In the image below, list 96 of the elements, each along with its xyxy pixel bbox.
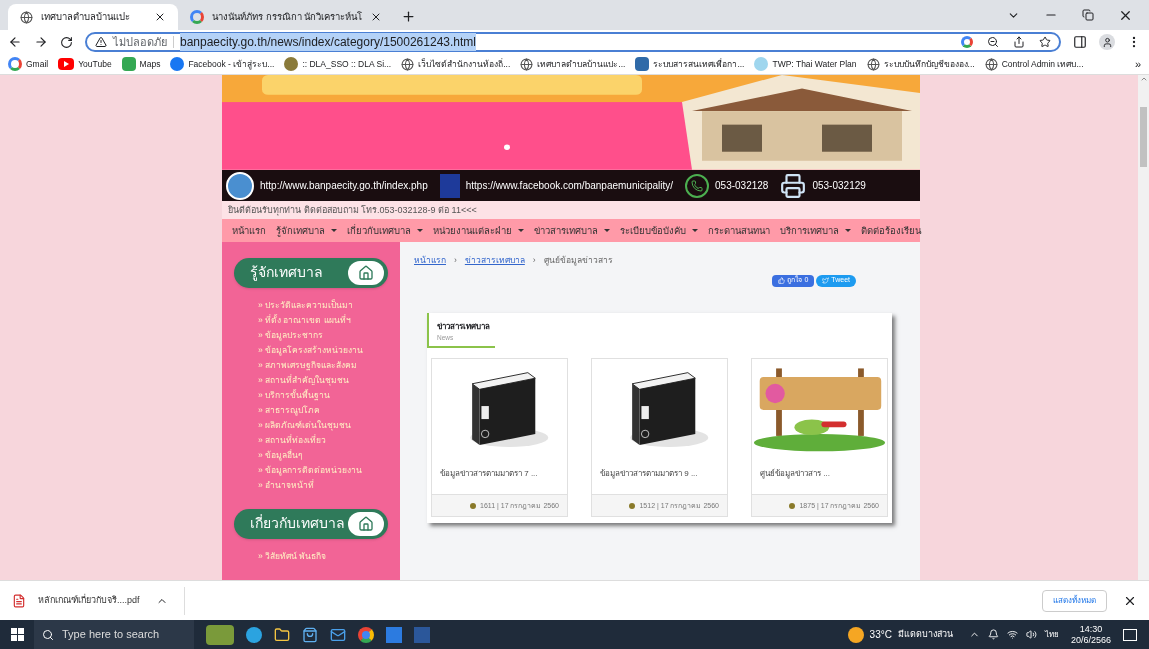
sidebar-heading: เกี่ยวกับเทศบาล (234, 509, 388, 539)
clock-time: 14:30 (1079, 623, 1103, 635)
pdf-icon (12, 593, 26, 608)
nav-item[interactable]: หน่วยงานแต่ละฝ่าย (433, 223, 524, 238)
taskbar-search[interactable]: Type here to search (34, 620, 194, 649)
bookmark[interactable]: Maps (121, 57, 161, 71)
new-tab-icon[interactable] (401, 9, 416, 24)
bookmark[interactable]: ระบบสารสนเทศเพื่อกา... (635, 57, 745, 71)
volume-icon[interactable] (1025, 629, 1037, 640)
play-icon (58, 58, 75, 70)
bookmark[interactable]: Gmail (8, 57, 49, 71)
caret-icon (331, 229, 337, 233)
security-label: ไม่ปลอดภัย (113, 34, 167, 50)
caret-icon (604, 229, 610, 233)
search-icon (42, 628, 54, 641)
fax-icon (780, 172, 807, 199)
breadcrumb-link[interactable]: หน้าแรก (414, 254, 446, 267)
phone-icon (685, 173, 710, 198)
restore-icon[interactable] (1082, 9, 1094, 21)
scrollbar-thumb[interactable] (1140, 107, 1147, 167)
tab-title: นางนันท์ภัทร กรรณิกา นักวิเคราะห์นโ (212, 9, 363, 24)
clock-date: 20/6/2566 (1070, 634, 1111, 646)
caret-icon (692, 229, 698, 233)
temperature: 33°C (869, 628, 892, 642)
url-text: banpaecity.go.th/news/index/category/1500261243.html (180, 33, 476, 51)
network-icon[interactable] (1006, 629, 1018, 640)
nav-item[interactable]: บริการเทศบาล (780, 223, 851, 238)
card-title: ข้อมูลข่าวสารตามมาตรา 7 ... (439, 468, 539, 481)
view-icon (789, 503, 796, 509)
bookmark[interactable]: เทศบาลตำบลบ้านแปะ... (520, 57, 626, 71)
sidebar-heading: รู้จักเทศบาล (234, 258, 388, 288)
view-icon (470, 503, 476, 509)
card-title: ศูนย์ข้อมูลข่าวสาร ... (759, 468, 831, 481)
contact-link[interactable]: https://www.facebook.com/banpaemunicipality/ (465, 178, 674, 194)
download-file[interactable]: หลักเกณฑ์เกี่ยวกับจริ....pdf (38, 593, 140, 608)
bookmark[interactable]: เว็บไซต์สำนักงานท้องถิ่... (401, 57, 511, 71)
breadcrumb-link[interactable]: ข่าวสารเทศบาล (464, 254, 525, 267)
warning-icon (95, 36, 107, 48)
language-indicator[interactable]: ไทย (1044, 628, 1059, 641)
nav-item[interactable]: กระดานสนทนา (708, 223, 770, 238)
chrome-icon[interactable] (358, 626, 374, 643)
folder-icon[interactable] (274, 626, 290, 643)
bookmark[interactable]: ระบบบันทึกบัญชีขององ... (866, 57, 975, 71)
nav-item[interactable]: หน้าแรก (232, 223, 266, 238)
caret-icon (845, 229, 851, 233)
show-all-button[interactable]: แสดงทั้งหมด (1042, 589, 1107, 612)
view-icon (629, 503, 636, 509)
tab-title: เทศบาลตำบลบ้านแปะ (41, 9, 131, 24)
google-icon (190, 10, 204, 24)
caret-icon (417, 229, 423, 233)
close-icon[interactable] (154, 11, 166, 23)
bookmark[interactable]: YouTube (58, 57, 112, 71)
scrollbar[interactable] (1138, 75, 1149, 580)
nav-item[interactable]: ระเบียบข้อบังคับ (620, 223, 698, 238)
address-bar[interactable]: ไม่ปลอดภัย banpaecity.go.th/news/index/category/1500261243.html (85, 32, 1061, 52)
breadcrumb-current: ศูนย์ข้อมูลข่าวสาร (543, 254, 613, 267)
marquee-text: ยินดีต้อนรับทุกท่าน ติดต่อสอบถาม โทร.053-032128-9 ต่อ 11<<< (228, 203, 477, 218)
nav-item[interactable]: ติดต่อร้องเรียน (861, 223, 921, 238)
bookmark-star-icon[interactable] (1039, 36, 1051, 48)
browser-tab[interactable]: เทศบาลตำบลบ้านแปะ (8, 4, 178, 30)
thumbs-up-icon (778, 277, 786, 285)
card-title: ข้อมูลข่าวสารตามมาตรา 9 ... (599, 468, 699, 481)
app-icon (635, 57, 650, 71)
panel-title: ข่าวสารเทศบาล (437, 320, 491, 333)
bookmark[interactable]: Control Admin เทศบ... (984, 57, 1084, 71)
store-icon[interactable] (302, 626, 318, 643)
nav-item[interactable]: รู้จักเทศบาล (276, 223, 337, 238)
breadcrumb-separator: › (454, 254, 457, 267)
weather-text: มีแดดบางส่วน (897, 627, 953, 641)
contact-link[interactable]: 053-032128 (715, 178, 769, 194)
google-icon[interactable] (961, 36, 973, 48)
side-panel-icon[interactable] (1073, 35, 1087, 49)
zoom-icon[interactable] (987, 36, 999, 48)
caret-icon (518, 229, 524, 233)
reload-icon[interactable] (60, 35, 73, 49)
nav-item[interactable]: ข่าวสารเทศบาล (534, 223, 610, 238)
forward-icon[interactable] (34, 35, 48, 49)
profile-icon[interactable] (1099, 34, 1115, 50)
back-icon[interactable] (8, 35, 22, 49)
bookmark[interactable]: Facebook - เข้าสู่ระบ... (170, 57, 275, 71)
more-bookmarks[interactable]: » (1134, 55, 1141, 73)
action-center-icon[interactable] (1123, 628, 1137, 641)
browser-tab[interactable]: นางนันท์ภัทร กรรณิกา นักวิเคราะห์นโ (178, 4, 393, 30)
mail-icon[interactable] (330, 626, 346, 643)
contact-link[interactable]: http://www.banpaecity.go.th/index.php (260, 178, 428, 194)
share-icon[interactable] (1013, 36, 1025, 48)
nav-item[interactable]: เกี่ยวกับเทศบาล (347, 223, 423, 238)
home-icon[interactable] (348, 261, 384, 285)
scroll-up-icon[interactable] (1139, 75, 1148, 83)
notification-icon[interactable] (987, 629, 999, 640)
breadcrumb-separator: › (532, 254, 536, 267)
bookmark[interactable]: TWP: Thai Water Plan (754, 57, 857, 71)
google-icon (8, 57, 22, 71)
bookmark[interactable]: :: DLA_SSO :: DLA Si... (284, 57, 392, 71)
home-icon[interactable] (348, 512, 384, 536)
contact-link[interactable]: 053-032129 (812, 178, 866, 194)
